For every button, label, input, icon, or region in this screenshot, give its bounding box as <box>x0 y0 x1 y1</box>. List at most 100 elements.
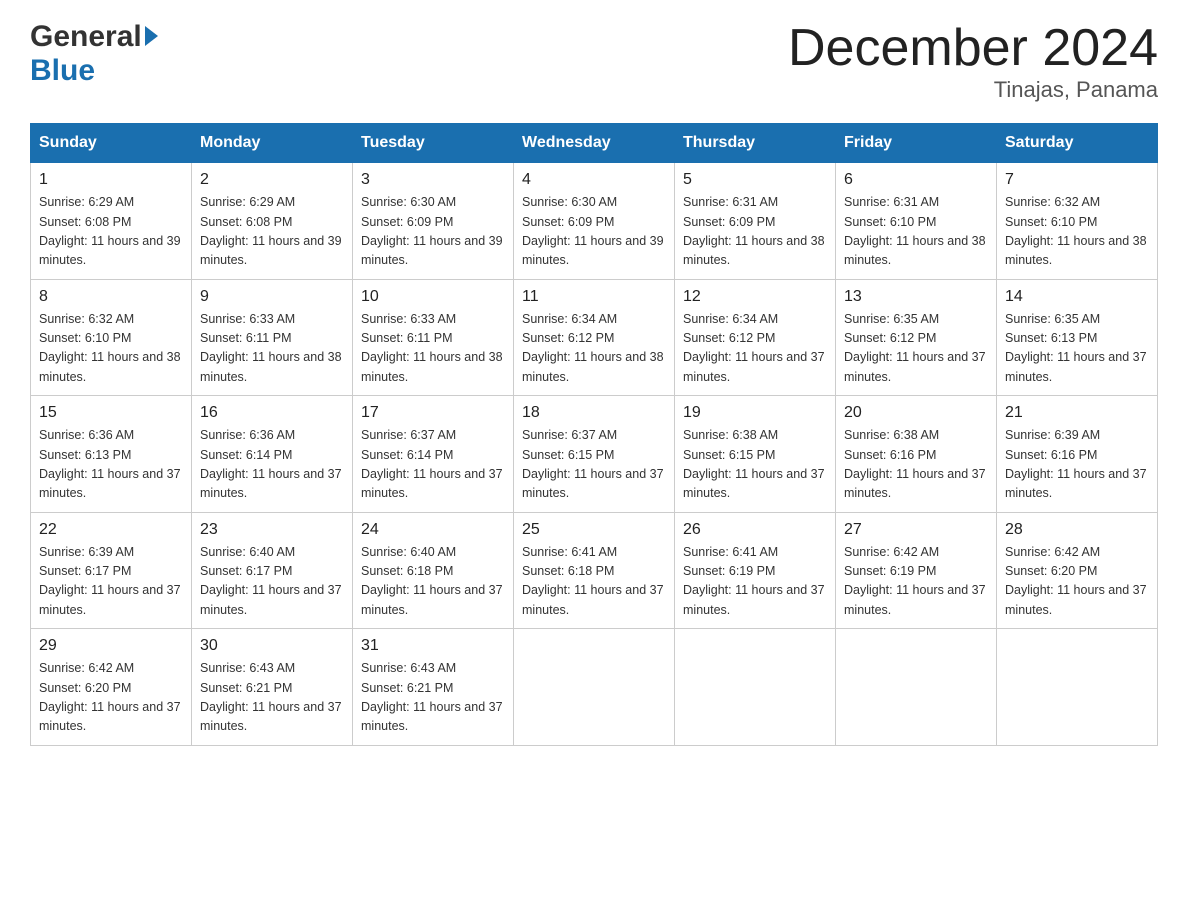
day-number: 18 <box>522 404 666 422</box>
col-tuesday: Tuesday <box>353 124 514 163</box>
day-number: 31 <box>361 637 505 655</box>
day-info: Sunrise: 6:32 AMSunset: 6:10 PMDaylight:… <box>39 310 183 388</box>
table-row: 2 Sunrise: 6:29 AMSunset: 6:08 PMDaylight… <box>192 163 353 280</box>
day-info: Sunrise: 6:40 AMSunset: 6:18 PMDaylight:… <box>361 543 505 621</box>
table-row <box>997 629 1158 746</box>
table-row <box>675 629 836 746</box>
day-info: Sunrise: 6:43 AMSunset: 6:21 PMDaylight:… <box>200 659 344 737</box>
table-row: 14 Sunrise: 6:35 AMSunset: 6:13 PMDayligh… <box>997 279 1158 396</box>
day-number: 22 <box>39 521 183 539</box>
table-row: 4Sunrise: 6:30 AMSunset: 6:09 PMDaylight… <box>514 163 675 280</box>
table-row: 22 Sunrise: 6:39 AMSunset: 6:17 PMDayligh… <box>31 512 192 629</box>
day-number: 23 <box>200 521 344 539</box>
calendar-week-row: 22 Sunrise: 6:39 AMSunset: 6:17 PMDayligh… <box>31 512 1158 629</box>
table-row: 31 Sunrise: 6:43 AMSunset: 6:21 PMDayligh… <box>353 629 514 746</box>
day-info: Sunrise: 6:38 AMSunset: 6:15 PMDaylight:… <box>683 426 827 504</box>
day-info: Sunrise: 6:39 AMSunset: 6:17 PMDaylight:… <box>39 543 183 621</box>
table-row: 21 Sunrise: 6:39 AMSunset: 6:16 PMDayligh… <box>997 396 1158 513</box>
table-row: 19 Sunrise: 6:38 AMSunset: 6:15 PMDayligh… <box>675 396 836 513</box>
day-number: 21 <box>1005 404 1149 422</box>
logo-blue-text: Blue <box>30 54 95 88</box>
calendar-header-row: Sunday Monday Tuesday Wednesday Thursday… <box>31 124 1158 163</box>
table-row: 6Sunrise: 6:31 AMSunset: 6:10 PMDaylight… <box>836 163 997 280</box>
day-number: 25 <box>522 521 666 539</box>
day-info: Sunrise: 6:42 AMSunset: 6:20 PMDaylight:… <box>39 659 183 737</box>
day-number: 20 <box>844 404 988 422</box>
day-info: Sunrise: 6:35 AMSunset: 6:12 PMDaylight:… <box>844 310 988 388</box>
table-row: 18 Sunrise: 6:37 AMSunset: 6:15 PMDayligh… <box>514 396 675 513</box>
day-info: Sunrise: 6:31 AMSunset: 6:10 PMDaylight:… <box>844 193 988 271</box>
day-info: Sunrise: 6:38 AMSunset: 6:16 PMDaylight:… <box>844 426 988 504</box>
day-number: 19 <box>683 404 827 422</box>
day-info: Sunrise: 6:34 AMSunset: 6:12 PMDaylight:… <box>522 310 666 388</box>
day-info: Sunrise: 6:32 AMSunset: 6:10 PMDaylight:… <box>1005 193 1149 271</box>
table-row: 1Sunrise: 6:29 AMSunset: 6:08 PMDaylight… <box>31 163 192 280</box>
day-info: Sunrise: 6:30 AMSunset: 6:09 PMDaylight:… <box>522 193 666 271</box>
table-row: 20 Sunrise: 6:38 AMSunset: 6:16 PMDayligh… <box>836 396 997 513</box>
table-row: 7 Sunrise: 6:32 AMSunset: 6:10 PMDaylight… <box>997 163 1158 280</box>
day-info: Sunrise: 6:41 AMSunset: 6:18 PMDaylight:… <box>522 543 666 621</box>
table-row: 26 Sunrise: 6:41 AMSunset: 6:19 PMDayligh… <box>675 512 836 629</box>
table-row: 23 Sunrise: 6:40 AMSunset: 6:17 PMDayligh… <box>192 512 353 629</box>
day-info: Sunrise: 6:42 AMSunset: 6:20 PMDaylight:… <box>1005 543 1149 621</box>
day-info: Sunrise: 6:43 AMSunset: 6:21 PMDaylight:… <box>361 659 505 737</box>
day-number: 10 <box>361 288 505 306</box>
day-info: Sunrise: 6:33 AMSunset: 6:11 PMDaylight:… <box>200 310 344 388</box>
day-info: Sunrise: 6:34 AMSunset: 6:12 PMDaylight:… <box>683 310 827 388</box>
col-sunday: Sunday <box>31 124 192 163</box>
day-number: 11 <box>522 288 666 306</box>
day-number: 9 <box>200 288 344 306</box>
day-number: 14 <box>1005 288 1149 306</box>
day-number: 7 <box>1005 171 1149 189</box>
day-info: Sunrise: 6:36 AMSunset: 6:13 PMDaylight:… <box>39 426 183 504</box>
day-info: Sunrise: 6:33 AMSunset: 6:11 PMDaylight:… <box>361 310 505 388</box>
logo-arrow-icon <box>145 26 158 46</box>
calendar-table: Sunday Monday Tuesday Wednesday Thursday… <box>30 123 1158 746</box>
day-info: Sunrise: 6:35 AMSunset: 6:13 PMDaylight:… <box>1005 310 1149 388</box>
col-saturday: Saturday <box>997 124 1158 163</box>
table-row <box>514 629 675 746</box>
table-row: 25 Sunrise: 6:41 AMSunset: 6:18 PMDayligh… <box>514 512 675 629</box>
table-row: 29 Sunrise: 6:42 AMSunset: 6:20 PMDayligh… <box>31 629 192 746</box>
table-row: 8Sunrise: 6:32 AMSunset: 6:10 PMDaylight… <box>31 279 192 396</box>
col-thursday: Thursday <box>675 124 836 163</box>
day-info: Sunrise: 6:40 AMSunset: 6:17 PMDaylight:… <box>200 543 344 621</box>
day-number: 24 <box>361 521 505 539</box>
day-number: 29 <box>39 637 183 655</box>
table-row: 30Sunrise: 6:43 AMSunset: 6:21 PMDayligh… <box>192 629 353 746</box>
month-title: December 2024 <box>788 20 1158 77</box>
calendar-week-row: 1 Sunrise: 6:29 AMSunset: 6:08 PMDaylight… <box>31 163 1158 280</box>
table-row: 12 Sunrise: 6:34 AMSunset: 6:12 PMDayligh… <box>675 279 836 396</box>
location-text: Tinajas, Panama <box>788 77 1158 103</box>
calendar-week-row: 8Sunrise: 6:32 AMSunset: 6:10 PMDaylight… <box>31 279 1158 396</box>
day-number: 26 <box>683 521 827 539</box>
day-number: 12 <box>683 288 827 306</box>
day-number: 13 <box>844 288 988 306</box>
day-number: 3 <box>361 171 505 189</box>
day-number: 1 <box>39 171 183 189</box>
day-number: 28 <box>1005 521 1149 539</box>
logo: General Blue <box>30 20 158 88</box>
table-row: 3Sunrise: 6:30 AMSunset: 6:09 PMDaylight… <box>353 163 514 280</box>
day-info: Sunrise: 6:42 AMSunset: 6:19 PMDaylight:… <box>844 543 988 621</box>
table-row: 13 Sunrise: 6:35 AMSunset: 6:12 PMDayligh… <box>836 279 997 396</box>
day-number: 16 <box>200 404 344 422</box>
day-info: Sunrise: 6:36 AMSunset: 6:14 PMDaylight:… <box>200 426 344 504</box>
table-row: 15 Sunrise: 6:36 AMSunset: 6:13 PMDayligh… <box>31 396 192 513</box>
calendar-week-row: 29 Sunrise: 6:42 AMSunset: 6:20 PMDayligh… <box>31 629 1158 746</box>
day-number: 15 <box>39 404 183 422</box>
day-number: 5 <box>683 171 827 189</box>
day-number: 2 <box>200 171 344 189</box>
table-row: 27 Sunrise: 6:42 AMSunset: 6:19 PMDayligh… <box>836 512 997 629</box>
day-number: 17 <box>361 404 505 422</box>
table-row: 5Sunrise: 6:31 AMSunset: 6:09 PMDaylight… <box>675 163 836 280</box>
day-number: 27 <box>844 521 988 539</box>
day-info: Sunrise: 6:37 AMSunset: 6:15 PMDaylight:… <box>522 426 666 504</box>
calendar-week-row: 15 Sunrise: 6:36 AMSunset: 6:13 PMDayligh… <box>31 396 1158 513</box>
title-block: December 2024 Tinajas, Panama <box>788 20 1158 103</box>
day-info: Sunrise: 6:29 AMSunset: 6:08 PMDaylight:… <box>200 193 344 271</box>
page-header: General Blue December 2024 Tinajas, Pana… <box>30 20 1158 103</box>
day-info: Sunrise: 6:41 AMSunset: 6:19 PMDaylight:… <box>683 543 827 621</box>
day-info: Sunrise: 6:39 AMSunset: 6:16 PMDaylight:… <box>1005 426 1149 504</box>
table-row: 17Sunrise: 6:37 AMSunset: 6:14 PMDayligh… <box>353 396 514 513</box>
